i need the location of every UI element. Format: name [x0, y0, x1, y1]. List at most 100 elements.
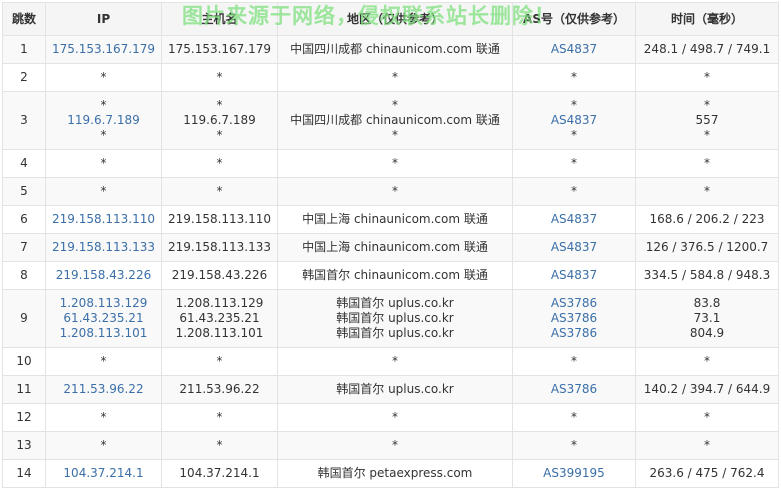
time-cell: *: [635, 63, 779, 92]
hop-cell: 10: [2, 347, 46, 376]
table-row: 14 104.37.214.1 104.37.214.1 韩国首尔 petaexpre…: [2, 459, 779, 488]
region-cell-value: 韩国首尔 uplus.co.kr: [336, 296, 454, 310]
time-cell-value: 126 / 376.5 / 1200.7: [645, 240, 769, 254]
as-number-link[interactable]: AS4837: [517, 268, 631, 283]
ip-link[interactable]: 61.43.235.21: [50, 311, 157, 326]
ip-link[interactable]: 211.53.96.22: [50, 382, 157, 397]
table-row: 4 * * * * *: [2, 149, 779, 178]
table-row: 6 219.158.113.110 219.158.113.110 中国上海 chin…: [2, 205, 779, 234]
time-cell: * 557 *: [635, 91, 779, 150]
as-number-link[interactable]: AS3786: [517, 296, 631, 311]
as-number-link[interactable]: AS4837: [517, 212, 631, 227]
hostname-cell: *: [161, 431, 278, 460]
table-row: 2 * * * * *: [2, 63, 779, 92]
region-cell: *: [277, 431, 513, 460]
ip-link[interactable]: 1.208.113.129: [50, 296, 157, 311]
region-cell-value: 韩国首尔 chinaunicom.com 联通: [302, 268, 488, 282]
ip-cell-value: *: [100, 70, 107, 84]
region-cell-value: *: [392, 184, 398, 198]
ip-cell: 219.158.113.133: [45, 233, 162, 262]
region-cell-value: *: [392, 128, 398, 142]
region-cell: *: [277, 177, 513, 206]
hop-cell: 12: [2, 403, 46, 432]
time-cell: 126 / 376.5 / 1200.7: [635, 233, 779, 262]
as-number-link[interactable]: AS4837: [517, 42, 631, 57]
as-number-link[interactable]: AS4837: [517, 113, 631, 128]
region-cell-value: 韩国首尔 uplus.co.kr: [336, 326, 454, 340]
time-cell: 334.5 / 584.8 / 948.3: [635, 261, 779, 290]
time-cell-value: 73.1: [693, 311, 721, 325]
table-body: 1 175.153.167.179 175.153.167.179 中国四川成都 ch…: [2, 35, 779, 488]
as-number-cell-value: *: [571, 184, 577, 198]
hop-cell: 3: [2, 91, 46, 150]
as-number-link[interactable]: AS3786: [517, 326, 631, 341]
region-cell-value: 韩国首尔 uplus.co.kr: [336, 382, 454, 396]
hostname-cell: *: [161, 177, 278, 206]
ip-cell: 219.158.43.226: [45, 261, 162, 290]
traceroute-table: 跳数 IP 主机名 地区（仅供参考） AS号（仅供参考） 时间（毫秒） 1 175…: [2, 2, 779, 488]
hostname-cell: *: [161, 347, 278, 376]
hostname-cell: 1.208.113.129 61.43.235.21 1.208.113.101: [161, 289, 278, 348]
ip-cell-value: *: [100, 410, 107, 424]
ip-link[interactable]: 1.208.113.101: [50, 326, 157, 341]
region-cell-value: *: [392, 354, 398, 368]
time-cell-value: 334.5 / 584.8 / 948.3: [643, 268, 771, 282]
table-row: 11 211.53.96.22 211.53.96.22 韩国首尔 uplus.co.…: [2, 375, 779, 404]
time-cell-value: *: [704, 354, 710, 368]
region-cell: 韩国首尔 uplus.co.kr: [277, 375, 513, 404]
as-number-cell-value: *: [571, 156, 577, 170]
ip-cell-value: *: [100, 184, 107, 198]
as-number-cell-value: *: [571, 98, 577, 112]
as-number-cell: AS399195: [512, 459, 636, 488]
as-number-cell: *: [512, 431, 636, 460]
header-hop: 跳数: [2, 2, 46, 36]
ip-link[interactable]: 219.158.113.133: [50, 240, 157, 255]
as-number-link[interactable]: AS4837: [517, 240, 631, 255]
as-number-link[interactable]: AS3786: [517, 311, 631, 326]
time-cell: *: [635, 177, 779, 206]
as-number-link[interactable]: AS3786: [517, 382, 631, 397]
as-number-cell-value: *: [571, 128, 577, 142]
time-cell: *: [635, 431, 779, 460]
ip-cell: *: [45, 403, 162, 432]
hostname-cell-value: 219.158.43.226: [171, 268, 268, 282]
table-row: 3 * 119.6.7.189 * * 119.6.7.189 * * 中国四川成都 china…: [2, 91, 779, 150]
time-cell: 83.8 73.1 804.9: [635, 289, 779, 348]
hostname-cell: *: [161, 63, 278, 92]
time-cell-value: 804.9: [689, 326, 725, 340]
ip-link[interactable]: 119.6.7.189: [50, 113, 157, 128]
hop-cell: 7: [2, 233, 46, 262]
header-region: 地区（仅供参考）: [277, 2, 513, 36]
region-cell-value: 中国四川成都 chinaunicom.com 联通: [290, 113, 500, 127]
ip-link[interactable]: 219.158.43.226: [50, 268, 157, 283]
hop-cell: 6: [2, 205, 46, 234]
table-row: 12 * * * * *: [2, 403, 779, 432]
ip-cell: *: [45, 431, 162, 460]
region-cell: *: [277, 347, 513, 376]
as-number-cell-value: *: [571, 438, 577, 452]
ip-link[interactable]: 219.158.113.110: [50, 212, 157, 227]
as-number-cell: AS3786: [512, 375, 636, 404]
ip-cell: *: [45, 177, 162, 206]
header-hostname: 主机名: [161, 2, 278, 36]
region-cell-value: 中国上海 chinaunicom.com 联通: [302, 240, 488, 254]
time-cell: *: [635, 347, 779, 376]
ip-link[interactable]: 104.37.214.1: [50, 466, 157, 481]
region-cell-value: *: [392, 410, 398, 424]
ip-link[interactable]: 175.153.167.179: [50, 42, 157, 57]
hostname-cell-value: *: [216, 438, 223, 452]
region-cell: *: [277, 149, 513, 178]
as-number-link[interactable]: AS399195: [517, 466, 631, 481]
as-number-cell: *: [512, 177, 636, 206]
hostname-cell: 211.53.96.22: [161, 375, 278, 404]
region-cell: *: [277, 403, 513, 432]
hostname-cell: *: [161, 403, 278, 432]
as-number-cell: *: [512, 403, 636, 432]
hop-cell: 2: [2, 63, 46, 92]
ip-cell: *: [45, 63, 162, 92]
hostname-cell-value: *: [216, 184, 223, 198]
as-number-cell: *: [512, 63, 636, 92]
table-row: 10 * * * * *: [2, 347, 779, 376]
hostname-cell-value: 175.153.167.179: [167, 42, 272, 56]
hop-cell: 5: [2, 177, 46, 206]
